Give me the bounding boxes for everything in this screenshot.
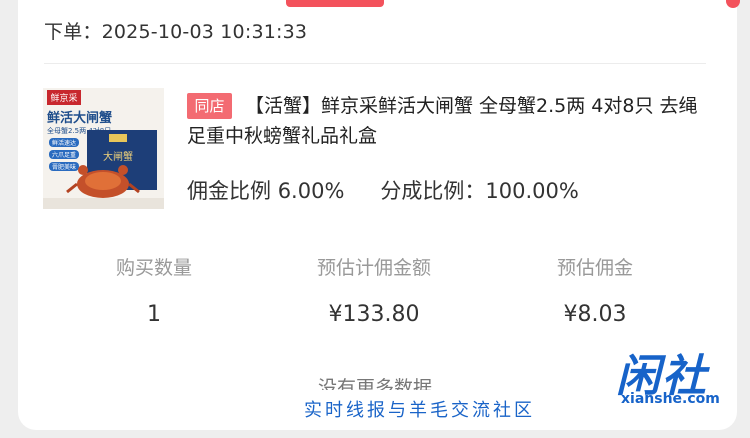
stat-value-estimated-amount: ¥133.80 <box>328 302 420 327</box>
same-store-badge: 同店 <box>187 93 232 119</box>
image-tag-3: 膏肥美味 <box>52 163 76 171</box>
stat-header-estimated-amount: 预估计佣金额 <box>316 257 431 279</box>
image-name-text: 鲜活大闸蟹 <box>47 110 112 126</box>
divider <box>44 63 706 64</box>
watermark-slogan: 实时线报与羊毛交流社区 <box>304 400 535 421</box>
product-image-art: 鲜京采 鲜活大闸蟹 全母蟹2.5两 4对8只 鲜活速达 六爪足重 膏肥美味 大闸… <box>43 88 164 209</box>
commission-rate-label: 佣金比例 <box>187 179 271 203</box>
watermark-url: xianshe.com <box>621 391 720 407</box>
stat-header-quantity: 购买数量 <box>115 257 192 279</box>
order-time-value: 2025-10-03 10:31:33 <box>101 21 308 43</box>
top-tab-indicator <box>286 0 384 7</box>
order-time-label: 下单： <box>44 21 102 43</box>
stat-value-quantity: 1 <box>147 302 161 327</box>
product-title[interactable]: 【活蟹】鲜京采鲜活大闸蟹 全母蟹2.5两 4对8只 去绳足重中秋螃蟹礼品礼盒 <box>187 91 707 151</box>
image-tag-1: 鲜活速达 <box>52 139 76 147</box>
top-corner-indicator <box>726 0 740 8</box>
share-ratio-value: 100.00% <box>485 179 579 203</box>
image-box-label: 大闸蟹 <box>103 150 133 163</box>
share-ratio-label: 分成比例： <box>380 179 486 203</box>
product-image[interactable]: 鲜京采 鲜活大闸蟹 全母蟹2.5两 4对8只 鲜活速达 六爪足重 膏肥美味 大闸… <box>43 88 164 209</box>
commission-rate-value: 6.00% <box>277 179 345 203</box>
commission-row: 佣金比例 6.00% 分成比例：100.00% <box>187 175 579 205</box>
stat-header-estimated-commission: 预估佣金 <box>556 257 633 279</box>
order-time-row: 下单：2025-10-03 10:31:33 <box>44 17 307 44</box>
image-tag-2: 六爪足重 <box>52 151 76 159</box>
stat-value-estimated-commission: ¥8.03 <box>563 302 627 327</box>
image-brand-text: 鲜京采 <box>50 92 77 104</box>
